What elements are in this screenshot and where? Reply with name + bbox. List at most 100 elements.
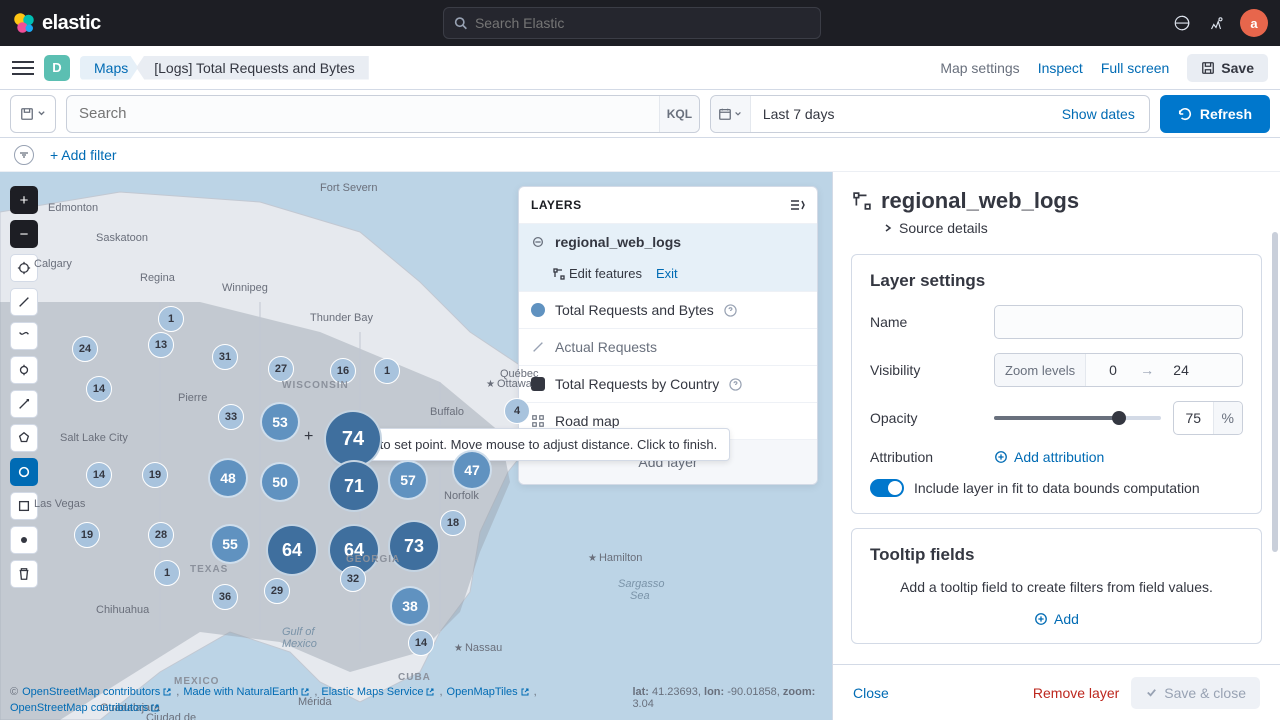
cluster-marker[interactable]: 50 [260, 462, 300, 502]
cluster-marker[interactable]: 14 [86, 462, 112, 488]
zoom-in-button[interactable]: + [10, 186, 38, 214]
cluster-marker[interactable]: 48 [208, 458, 248, 498]
help-icon[interactable] [724, 304, 737, 317]
cluster-marker[interactable]: 1 [158, 306, 184, 332]
cluster-marker[interactable]: 18 [440, 510, 466, 536]
cluster-marker[interactable]: 19 [74, 522, 100, 548]
delete-feature-tool[interactable] [10, 560, 38, 588]
save-button[interactable]: Save [1187, 54, 1268, 82]
layer-name-input[interactable] [994, 305, 1243, 339]
zoom-min[interactable]: 0 [1086, 362, 1140, 378]
draw-polygon-tool[interactable] [10, 424, 38, 452]
cluster-marker[interactable]: 53 [260, 402, 300, 442]
tooltip-fields-card: Tooltip fields Add a tooltip field to cr… [851, 528, 1262, 644]
cluster-marker[interactable]: 57 [388, 460, 428, 500]
query-input[interactable] [67, 105, 659, 122]
filter-options-icon[interactable] [14, 145, 34, 165]
map-label: Norfolk [444, 490, 479, 502]
draw-circle-tool[interactable] [10, 458, 38, 486]
visibility-icon[interactable] [531, 235, 545, 249]
draw-bbox-tool[interactable] [10, 356, 38, 384]
breadcrumb-root[interactable]: Maps [80, 56, 138, 80]
cluster-marker[interactable]: 24 [72, 336, 98, 362]
date-picker[interactable]: Last 7 days Show dates [710, 95, 1150, 133]
add-filter-button[interactable]: + Add filter [50, 147, 117, 163]
source-details-toggle[interactable]: Source details [853, 214, 1260, 248]
cluster-marker[interactable]: 36 [212, 584, 238, 610]
attrib-link[interactable]: Elastic Maps Service [321, 686, 435, 698]
attrib-link[interactable]: Made with NaturalEarth [183, 686, 310, 698]
opacity-slider[interactable] [994, 416, 1161, 420]
draw-distance-tool[interactable] [10, 390, 38, 418]
scrollbar[interactable] [1272, 232, 1278, 552]
brand[interactable]: elastic [12, 11, 101, 35]
cluster-marker[interactable]: 47 [452, 450, 492, 490]
saved-query-button[interactable] [10, 95, 56, 133]
map-settings-link[interactable]: Map settings [940, 60, 1019, 76]
search-icon [454, 16, 467, 30]
attrib-link[interactable]: OpenStreetMap contributors [10, 702, 160, 714]
draw-shape-tool[interactable] [10, 322, 38, 350]
edit-features-link[interactable]: Edit features [553, 266, 642, 281]
newsfeed-icon[interactable] [1172, 13, 1192, 33]
show-dates-link[interactable]: Show dates [1048, 106, 1149, 122]
cluster-marker[interactable]: 31 [212, 344, 238, 370]
cluster-marker[interactable]: 55 [210, 524, 250, 564]
cluster-marker[interactable]: 4 [504, 398, 530, 424]
map-label: Salt Lake City [60, 432, 128, 444]
zoom-range-input[interactable]: Zoom levels 0 → 24 [994, 353, 1243, 387]
full-screen-link[interactable]: Full screen [1101, 60, 1169, 76]
exit-edit-link[interactable]: Exit [656, 266, 678, 281]
zoom-max[interactable]: 24 [1154, 362, 1208, 378]
cluster-marker[interactable]: 28 [148, 522, 174, 548]
global-search[interactable] [443, 7, 821, 39]
global-search-input[interactable] [475, 15, 810, 31]
cluster-marker[interactable]: 29 [264, 578, 290, 604]
cluster-marker[interactable]: 1 [154, 560, 180, 586]
draw-line-tool[interactable] [10, 288, 38, 316]
cluster-marker[interactable]: 1 [374, 358, 400, 384]
cluster-marker[interactable]: 27 [268, 356, 294, 382]
collapse-icon[interactable] [789, 197, 805, 213]
draw-point-tool[interactable] [10, 526, 38, 554]
cluster-marker[interactable]: 71 [328, 460, 380, 512]
map-canvas[interactable]: + − LAYERS regional_web_logs [0, 172, 832, 720]
cluster-marker[interactable]: 14 [408, 630, 434, 656]
help-icon[interactable] [1206, 13, 1226, 33]
fit-bounds-toggle[interactable] [870, 479, 904, 497]
add-tooltip-field-link[interactable]: Add [1034, 611, 1079, 627]
map-label: Fort Severn [320, 182, 377, 194]
layer-row[interactable]: Total Requests and Bytes [519, 291, 817, 328]
remove-layer-button[interactable]: Remove layer [1033, 685, 1119, 701]
cluster-marker[interactable]: 13 [148, 332, 174, 358]
breadcrumb: Maps [Logs] Total Requests and Bytes [80, 56, 369, 80]
opacity-value-input[interactable]: 75 % [1173, 401, 1243, 435]
refresh-button[interactable]: Refresh [1160, 95, 1270, 133]
layer-row[interactable]: Actual Requests [519, 328, 817, 365]
user-avatar[interactable]: a [1240, 9, 1268, 37]
zoom-out-button[interactable]: − [10, 220, 38, 248]
check-icon [1145, 686, 1158, 699]
space-selector[interactable]: D [44, 55, 70, 81]
attrib-link[interactable]: OpenMapTiles [447, 686, 530, 698]
cluster-marker[interactable]: 38 [390, 586, 430, 626]
cluster-marker[interactable]: 32 [340, 566, 366, 592]
kql-toggle[interactable]: KQL [659, 96, 699, 132]
cluster-marker[interactable]: 64 [266, 524, 318, 576]
query-bar: KQL Last 7 days Show dates Refresh [0, 90, 1280, 138]
cluster-marker[interactable]: 14 [86, 376, 112, 402]
line-icon [531, 340, 545, 354]
help-icon[interactable] [729, 378, 742, 391]
save-close-button[interactable]: Save & close [1131, 677, 1260, 709]
close-button[interactable]: Close [853, 685, 889, 701]
nav-toggle-icon[interactable] [12, 57, 34, 79]
panel-footer: Close Remove layer Save & close [833, 664, 1280, 720]
add-attribution-link[interactable]: Add attribution [994, 449, 1243, 465]
inspect-link[interactable]: Inspect [1038, 60, 1083, 76]
map-label: Saskatoon [96, 232, 148, 244]
layer-row-regional[interactable]: regional_web_logs [519, 223, 817, 260]
layer-row[interactable]: Total Requests by Country [519, 365, 817, 402]
cluster-marker[interactable]: 19 [142, 462, 168, 488]
attrib-link[interactable]: OpenStreetMap contributors [22, 686, 172, 698]
cluster-marker[interactable]: 33 [218, 404, 244, 430]
